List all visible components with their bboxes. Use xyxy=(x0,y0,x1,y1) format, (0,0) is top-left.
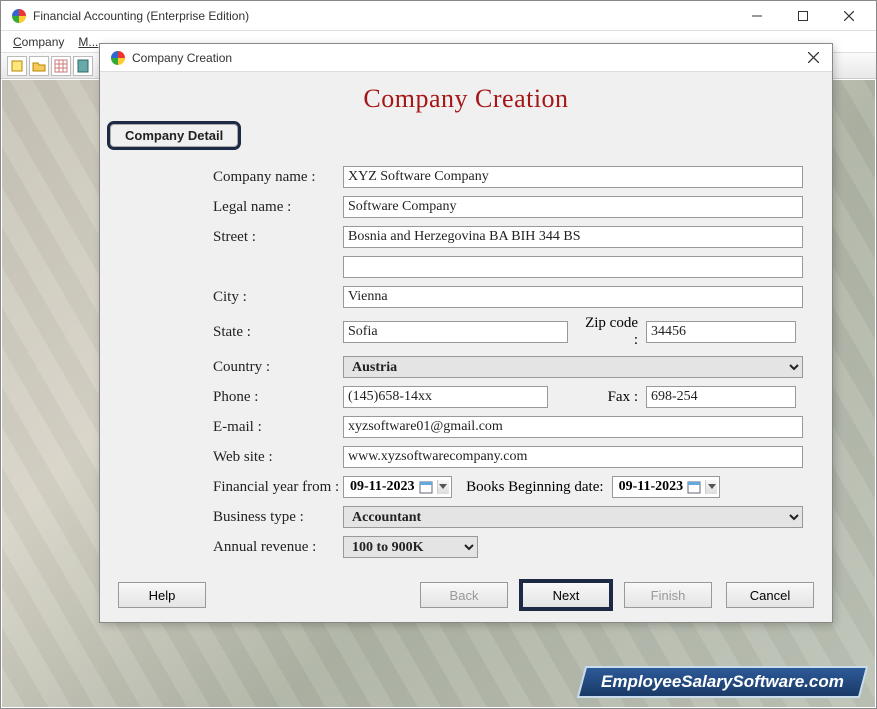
dialog-close-button[interactable] xyxy=(798,46,828,70)
label-email: E-mail : xyxy=(213,419,343,436)
country-select[interactable]: Austria xyxy=(343,356,803,378)
annual-revenue-select[interactable]: 100 to 900K xyxy=(343,536,478,558)
business-type-select[interactable]: Accountant xyxy=(343,506,803,528)
street2-field[interactable] xyxy=(343,256,803,278)
dialog-title: Company Creation xyxy=(132,51,798,65)
label-legal-name: Legal name : xyxy=(213,199,343,216)
label-phone: Phone : xyxy=(213,389,343,406)
cancel-button[interactable]: Cancel xyxy=(726,582,814,608)
toolbar-new-icon[interactable] xyxy=(7,56,27,76)
zip-field[interactable] xyxy=(646,321,796,343)
email-field[interactable] xyxy=(343,416,803,438)
label-fax: Fax : xyxy=(548,389,646,406)
city-field[interactable] xyxy=(343,286,803,308)
app-icon xyxy=(11,8,27,24)
website-field[interactable] xyxy=(343,446,803,468)
legal-name-field[interactable] xyxy=(343,196,803,218)
company-creation-dialog: Company Creation Company Creation Compan… xyxy=(99,43,833,623)
label-city: City : xyxy=(213,289,343,306)
label-books-begin: Books Beginning date: xyxy=(452,479,612,496)
dialog-button-row: Help Back Next Finish Cancel xyxy=(100,582,832,608)
dialog-body: Company Creation Company Detail Company … xyxy=(100,72,832,566)
main-titlebar: Financial Accounting (Enterprise Edition… xyxy=(1,1,876,31)
menu-more[interactable]: M... xyxy=(78,35,98,49)
dialog-icon xyxy=(110,50,126,66)
back-button[interactable]: Back xyxy=(420,582,508,608)
label-annual-revenue: Annual revenue : xyxy=(213,539,343,556)
label-country: Country : xyxy=(213,359,343,376)
close-button[interactable] xyxy=(826,1,872,31)
tab-company-detail[interactable]: Company Detail xyxy=(110,124,238,147)
dialog-titlebar: Company Creation xyxy=(100,44,832,72)
label-website: Web site : xyxy=(213,449,343,466)
chevron-down-icon xyxy=(705,480,717,494)
minimize-button[interactable] xyxy=(734,1,780,31)
watermark: EmployeeSalarySoftware.com xyxy=(577,666,868,698)
main-window: Financial Accounting (Enterprise Edition… xyxy=(0,0,877,709)
label-street: Street : xyxy=(213,229,343,246)
toolbar-calc-icon[interactable] xyxy=(73,56,93,76)
finish-button[interactable]: Finish xyxy=(624,582,712,608)
label-business-type: Business type : xyxy=(213,509,343,526)
fax-field[interactable] xyxy=(646,386,796,408)
label-fy-from: Financial year from : xyxy=(213,479,343,496)
label-state: State : xyxy=(213,324,343,341)
next-button[interactable]: Next xyxy=(522,582,610,608)
fy-from-value: 09-11-2023 xyxy=(350,479,415,495)
books-begin-value: 09-11-2023 xyxy=(619,479,684,495)
dialog-heading: Company Creation xyxy=(112,84,820,114)
state-field[interactable] xyxy=(343,321,568,343)
street1-field[interactable] xyxy=(343,226,803,248)
menu-company[interactable]: Company xyxy=(13,35,64,49)
fy-from-datepicker[interactable]: 09-11-2023 xyxy=(343,476,452,498)
maximize-button[interactable] xyxy=(780,1,826,31)
main-window-title: Financial Accounting (Enterprise Edition… xyxy=(33,9,734,23)
label-company-name: Company name : xyxy=(213,169,343,186)
phone-field[interactable] xyxy=(343,386,548,408)
window-controls xyxy=(734,1,872,31)
label-zip: Zip code : xyxy=(568,315,646,349)
calendar-icon xyxy=(687,480,701,494)
chevron-down-icon xyxy=(437,480,449,494)
help-button[interactable]: Help xyxy=(118,582,206,608)
toolbar-grid-icon[interactable] xyxy=(51,56,71,76)
form-area: Company name : Legal name : Street : Cit… xyxy=(112,146,820,566)
watermark-text: EmployeeSalarySoftware.com xyxy=(601,672,844,692)
toolbar-open-icon[interactable] xyxy=(29,56,49,76)
calendar-icon xyxy=(419,480,433,494)
books-begin-datepicker[interactable]: 09-11-2023 xyxy=(612,476,721,498)
company-name-field[interactable] xyxy=(343,166,803,188)
